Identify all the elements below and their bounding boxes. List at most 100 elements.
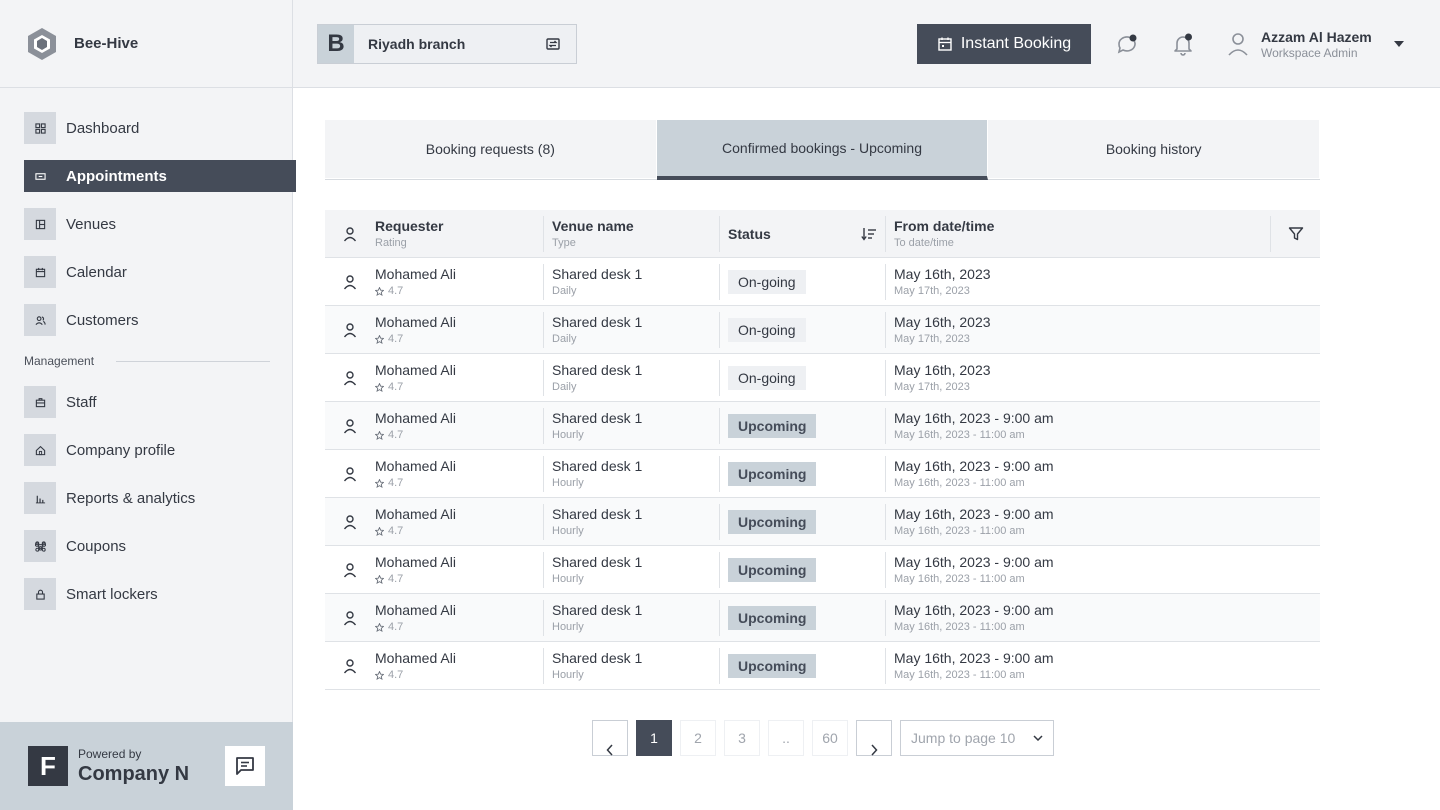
requester-cell: Mohamed Ali 4.7 [375, 306, 543, 354]
jump-to-page-select[interactable]: Jump to page 10 [900, 720, 1054, 756]
page-3-button[interactable]: 3 [724, 720, 760, 756]
switch-icon[interactable] [544, 35, 562, 53]
to-date: May 16th, 2023 - 11:00 am [894, 477, 1025, 489]
requester-name: Mohamed Ali [375, 362, 456, 378]
next-page-button[interactable] [856, 720, 892, 756]
table-row[interactable]: Mohamed Ali 4.7 Shared desk 1 Daily On-going… [325, 354, 1320, 402]
hexagon-logo-icon [28, 27, 56, 60]
date-cell: May 16th, 2023 - 9:00 am May 16th, 2023 -… [885, 551, 1270, 588]
page-60-button[interactable]: 60 [812, 720, 848, 756]
prev-page-button[interactable] [592, 720, 628, 756]
star-icon [375, 526, 384, 536]
sidebar-item-dashboard[interactable]: Dashboard [24, 112, 296, 144]
sidebar-item-company-profile[interactable]: Company profile [24, 434, 296, 466]
from-date: May 16th, 2023 [894, 266, 991, 282]
bar-chart-icon [24, 482, 56, 514]
page-2-button[interactable]: 2 [680, 720, 716, 756]
venue-name: Shared desk 1 [552, 554, 643, 570]
rating-value: 4.7 [388, 429, 404, 441]
chat-button[interactable] [225, 746, 265, 786]
table-row[interactable]: Mohamed Ali 4.7 Shared desk 1 Hourly Upcomin… [325, 594, 1320, 642]
brand[interactable]: Bee-Hive [0, 0, 292, 88]
header-venue[interactable]: Venue name Type [543, 215, 719, 252]
instant-booking-label: Instant Booking [960, 35, 1072, 52]
user-role: Workspace Admin [1261, 45, 1358, 60]
briefcase-icon [24, 386, 56, 418]
requester-rating: 4.7 [375, 284, 543, 298]
sidebar-item-staff[interactable]: Staff [24, 386, 296, 418]
header-from-date[interactable]: From date/time To date/time [885, 215, 1270, 252]
table-header-row: Requester Rating Venue name Type Status … [325, 210, 1320, 258]
venue-cell: Shared desk 1 Daily [543, 359, 719, 396]
venue-name: Shared desk 1 [552, 458, 643, 474]
tab-booking-history[interactable]: Booking history [988, 120, 1321, 178]
header-requester[interactable]: Requester Rating [375, 210, 543, 258]
to-date: May 16th, 2023 - 11:00 am [894, 429, 1025, 441]
tab-confirmed-upcoming[interactable]: Confirmed bookings - Upcoming [656, 120, 989, 180]
user-icon [325, 450, 375, 498]
requester-name: Mohamed Ali [375, 602, 456, 618]
company-logo: F [28, 746, 68, 786]
powered-by-label: Powered by [78, 746, 142, 761]
chat-notifications-icon[interactable] [1115, 32, 1139, 56]
venue-type: Hourly [552, 477, 584, 489]
sidebar: Bee-Hive Dashboard Appointments Venues C… [0, 0, 296, 810]
branch-selector[interactable]: B Riyadh branch [317, 24, 577, 64]
header-from-label: From date/time [894, 218, 995, 234]
lock-icon [24, 578, 56, 610]
sidebar-item-calendar[interactable]: Calendar [24, 256, 296, 288]
table-row[interactable]: Mohamed Ali 4.7 Shared desk 1 Hourly Upcomin… [325, 642, 1320, 690]
venue-name: Shared desk 1 [552, 410, 643, 426]
page-list: 1 2 3.. 60 [636, 720, 856, 756]
user-icon [325, 258, 375, 306]
calendar-icon [938, 37, 952, 51]
header-venue-label: Venue name [552, 218, 634, 234]
to-date: May 17th, 2023 [894, 285, 970, 297]
tab-booking-requests[interactable]: Booking requests (8) [325, 120, 657, 178]
rating-value: 4.7 [388, 285, 404, 297]
status-cell: On-going [719, 359, 885, 396]
powered-by-panel: F Powered by Company N [0, 722, 293, 810]
bell-icon[interactable] [1171, 32, 1195, 56]
page-1-button[interactable]: 1 [636, 720, 672, 756]
sidebar-item-label: Smart lockers [66, 585, 158, 603]
sidebar-item-label: Reports & analytics [66, 489, 196, 507]
sidebar-item-customers[interactable]: Customers [24, 304, 296, 336]
sidebar-item-appointments[interactable]: Appointments [24, 160, 296, 192]
requester-rating: 4.7 [375, 668, 543, 682]
filter-button[interactable] [1270, 215, 1320, 252]
venue-cell: Shared desk 1 Hourly [543, 503, 719, 540]
table-row[interactable]: Mohamed Ali 4.7 Shared desk 1 Hourly Upcomin… [325, 546, 1320, 594]
header-user-icon [325, 210, 375, 258]
grid-icon [24, 112, 56, 144]
sidebar-item-smart-lockers[interactable]: Smart lockers [24, 578, 296, 610]
requester-name: Mohamed Ali [375, 650, 456, 666]
requester-cell: Mohamed Ali 4.7 [375, 354, 543, 402]
table-row[interactable]: Mohamed Ali 4.7 Shared desk 1 Hourly Upcomin… [325, 402, 1320, 450]
sidebar-item-label: Customers [66, 311, 139, 329]
star-icon [375, 286, 384, 296]
table-row[interactable]: Mohamed Ali 4.7 Shared desk 1 Hourly Upcomin… [325, 498, 1320, 546]
section-divider [116, 360, 270, 362]
requester-rating: 4.7 [375, 428, 543, 442]
sort-icon[interactable] [861, 227, 877, 241]
status-badge: Upcoming [728, 461, 817, 486]
status-cell: On-going [719, 311, 885, 348]
rating-value: 4.7 [388, 669, 404, 681]
venue-name: Shared desk 1 [552, 314, 643, 330]
page-ellipsis: .. [768, 720, 804, 756]
user-menu[interactable]: Azzam Al Hazem Workspace Admin [1227, 28, 1404, 60]
table-row[interactable]: Mohamed Ali 4.7 Shared desk 1 Daily On-going… [325, 258, 1320, 306]
star-icon [375, 670, 384, 680]
instant-booking-button[interactable]: Instant Booking [917, 24, 1091, 64]
message-icon [236, 757, 254, 775]
rating-value: 4.7 [388, 381, 404, 393]
sidebar-item-reports[interactable]: Reports & analytics [24, 482, 296, 514]
header-status[interactable]: Status [719, 215, 885, 252]
table-row[interactable]: Mohamed Ali 4.7 Shared desk 1 Daily On-going… [325, 306, 1320, 354]
sidebar-item-coupons[interactable]: Coupons [24, 530, 296, 562]
requester-name: Mohamed Ali [375, 266, 456, 282]
table-row[interactable]: Mohamed Ali 4.7 Shared desk 1 Hourly Upcomin… [325, 450, 1320, 498]
sidebar-item-venues[interactable]: Venues [24, 208, 296, 240]
user-name: Azzam Al Hazem [1261, 28, 1372, 45]
